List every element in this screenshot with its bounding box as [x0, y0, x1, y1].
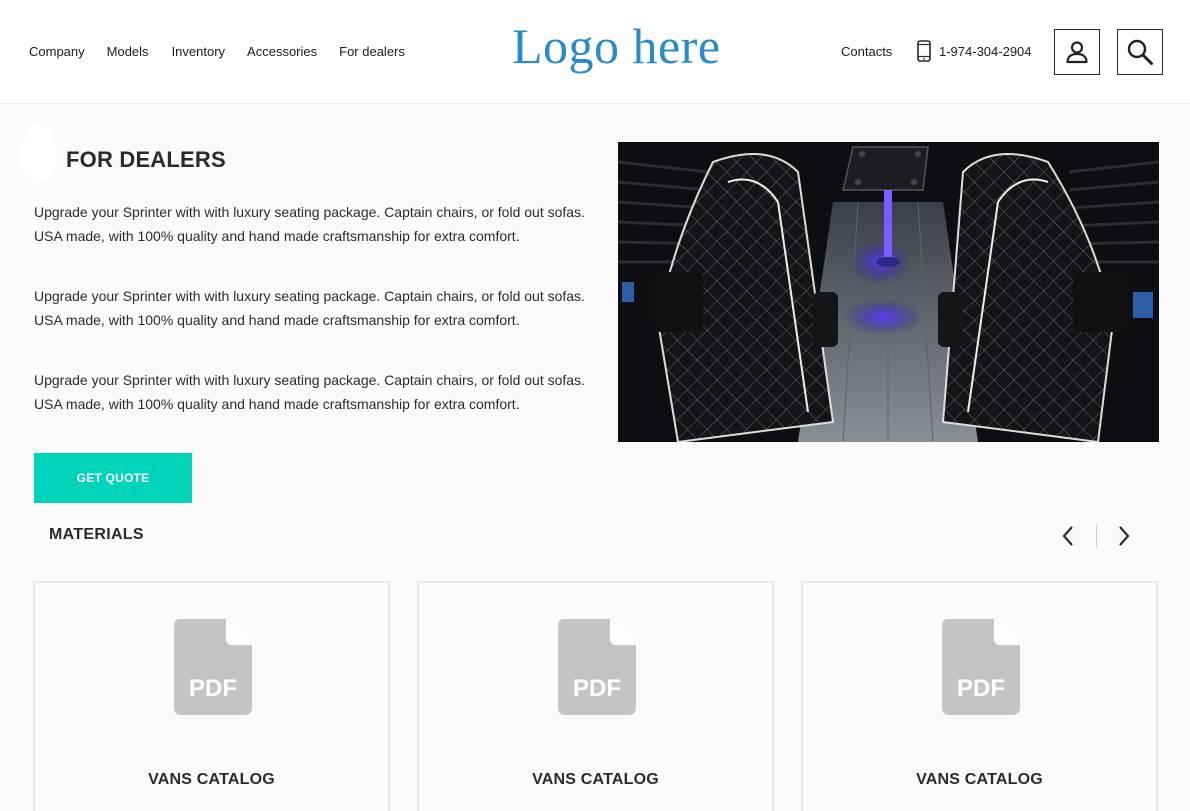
search-icon	[1127, 39, 1153, 65]
hero-paragraph-1: Upgrade your Sprinter with with luxury s…	[34, 204, 585, 244]
pdf-file-icon: PDF	[174, 619, 252, 720]
pdf-file-icon: PDF	[942, 619, 1020, 720]
nav-company[interactable]: Company	[29, 44, 85, 59]
chevron-right-icon	[1119, 526, 1130, 546]
nav-inventory[interactable]: Inventory	[172, 44, 225, 59]
site-logo[interactable]: Logo here	[512, 16, 721, 76]
page-title: FOR DEALERS	[66, 147, 226, 172]
carousel-divider	[1096, 525, 1097, 547]
carousel-prev-button[interactable]	[1054, 522, 1082, 550]
chevron-left-icon	[1062, 526, 1073, 546]
card-title: VANS CATALOG	[148, 771, 275, 788]
nav-accessories[interactable]: Accessories	[247, 44, 317, 59]
phone-link[interactable]: 1-974-304-2904	[917, 40, 1032, 62]
card-title: VANS CATALOG	[532, 771, 659, 788]
pdf-file-icon: PDF	[558, 619, 636, 720]
hero-paragraph-3: Upgrade your Sprinter with with luxury s…	[34, 372, 585, 412]
account-button[interactable]	[1054, 29, 1100, 75]
get-quote-button[interactable]: GET QUOTE	[34, 453, 192, 503]
user-icon	[1066, 41, 1088, 64]
nav-models[interactable]: Models	[107, 44, 149, 59]
nav-contacts[interactable]: Contacts	[841, 44, 892, 59]
search-button[interactable]	[1117, 29, 1163, 75]
hero-image-van-interior	[618, 142, 1159, 442]
site-header: Company Models Inventory Accessories For…	[0, 0, 1190, 104]
carousel-next-button[interactable]	[1110, 522, 1138, 550]
catalog-card[interactable]: PDF VANS CATALOG	[33, 581, 390, 811]
svg-text:PDF: PDF	[573, 675, 621, 702]
svg-text:PDF: PDF	[189, 675, 237, 702]
nav-for-dealers[interactable]: For dealers	[339, 44, 405, 59]
svg-text:PDF: PDF	[957, 675, 1005, 702]
materials-title: MATERIALS	[49, 526, 144, 543]
catalog-card[interactable]: PDF VANS CATALOG	[417, 581, 774, 811]
hero-paragraph-2: Upgrade your Sprinter with with luxury s…	[34, 288, 585, 328]
phone-icon	[917, 40, 931, 62]
decorative-blob	[21, 125, 57, 183]
card-title: VANS CATALOG	[916, 771, 1043, 788]
main-nav: Company Models Inventory Accessories For…	[29, 44, 405, 59]
phone-number: 1-974-304-2904	[939, 43, 1032, 59]
catalog-card[interactable]: PDF VANS CATALOG	[801, 581, 1158, 811]
